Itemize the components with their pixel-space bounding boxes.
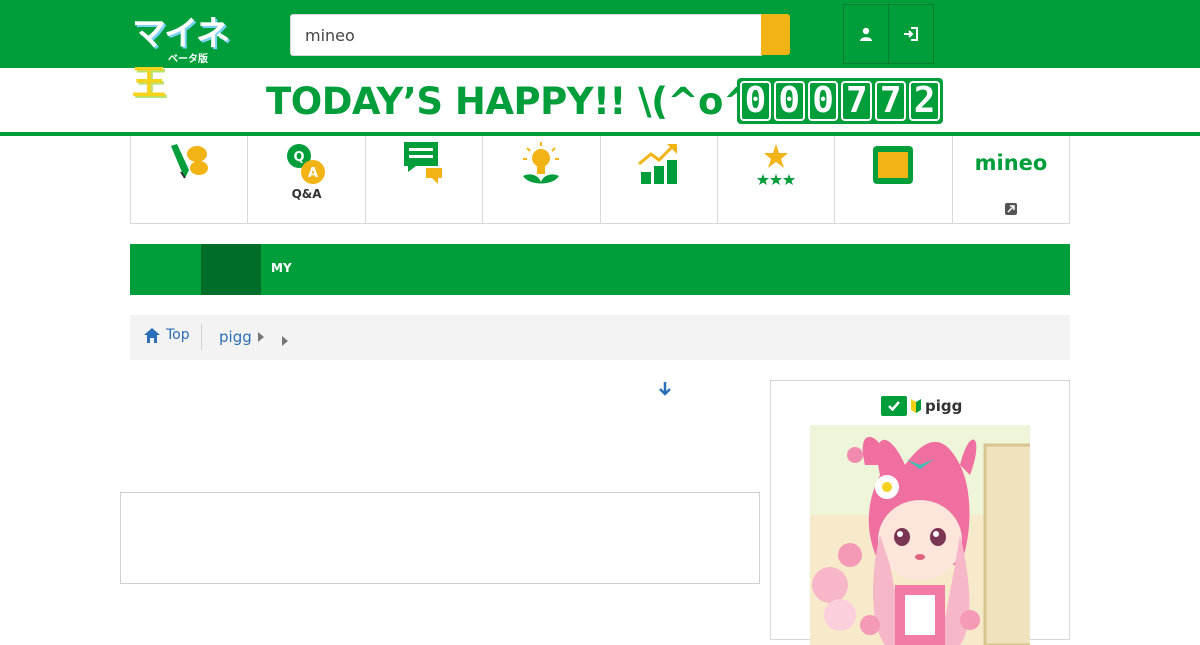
my-bar: MY [130, 244, 1070, 295]
category-nav: Q A Q&A mineo [130, 136, 1070, 224]
counter-digit: 0 [807, 81, 839, 121]
breadcrumb-tail [282, 331, 288, 350]
folder-icon [873, 146, 914, 184]
beginner-mark-icon [911, 399, 921, 413]
svg-text:A: A [308, 166, 318, 181]
search-input[interactable] [290, 14, 762, 56]
breadcrumb-divider [201, 324, 202, 350]
mineo-logo-icon: mineo [974, 151, 1047, 175]
trend-chart-icon [637, 144, 677, 184]
home-icon [144, 327, 160, 343]
user-icon [860, 27, 872, 41]
search-button[interactable] [761, 14, 790, 55]
happy-text: TODAY’S HAPPY!! \(^o^)/ [266, 80, 783, 123]
login-button[interactable] [888, 4, 934, 64]
caret-right-icon [257, 332, 264, 342]
nav-item-label: Q&A [291, 187, 322, 201]
content-panel [120, 492, 760, 584]
logo-text: マイネ [132, 14, 230, 54]
nav-item-ideas[interactable] [483, 136, 601, 223]
pen-chat-icon [171, 144, 209, 179]
breadcrumb: Top pigg [130, 315, 1070, 360]
qa-icon: Q A [286, 144, 325, 184]
nav-item-mineo[interactable]: mineo [953, 136, 1069, 223]
counter-digit: 7 [841, 81, 873, 121]
avatar[interactable] [810, 425, 1030, 645]
comments-icon [403, 142, 442, 184]
breadcrumb-item[interactable]: pigg [219, 328, 264, 346]
my-bar-label[interactable]: MY [271, 261, 292, 275]
nav-item-folder[interactable] [835, 136, 953, 223]
profile-header: pigg [881, 396, 962, 416]
counter-digit: 0 [740, 81, 771, 121]
counter-digit: 0 [773, 81, 805, 121]
breadcrumb-home-label: Top [166, 327, 190, 343]
profile-card: pigg [770, 380, 1070, 645]
check-icon [888, 401, 900, 411]
breadcrumb-home[interactable]: Top [144, 327, 190, 343]
user-button[interactable] [843, 4, 889, 64]
logo-beta-label: ベータ版 [168, 54, 208, 65]
idea-bulb-icon [523, 142, 560, 184]
profile-name[interactable]: pigg [925, 397, 962, 415]
counter-digit: 2 [909, 81, 940, 121]
nav-item-forum[interactable] [366, 136, 484, 223]
breadcrumb-item-label: pigg [219, 328, 252, 346]
external-link-icon [1004, 203, 1017, 215]
arrow-down-icon [659, 382, 671, 396]
login-icon [904, 27, 918, 41]
nav-item-ranking[interactable] [601, 136, 718, 223]
stars-icon [757, 144, 796, 185]
happy-counter: 0 0 0 7 7 2 [737, 78, 943, 124]
svg-text:Q: Q [293, 150, 304, 165]
avatar-illustration [810, 425, 1030, 645]
verified-badge [881, 396, 907, 416]
nav-item-reviews[interactable] [718, 136, 836, 223]
scroll-down-button[interactable] [658, 381, 672, 401]
my-bar-active-tab[interactable] [201, 244, 261, 295]
caret-right-icon [282, 336, 288, 346]
nav-item-qa[interactable]: Q A Q&A [248, 136, 366, 223]
site-logo[interactable]: マイネ王 ベータ版 [132, 6, 248, 103]
site-header: マイネ王 ベータ版 [0, 0, 1200, 103]
counter-digit: 7 [875, 81, 907, 121]
nav-item-blog[interactable] [131, 136, 249, 223]
mineo-logo-text: mineo [974, 151, 1047, 175]
